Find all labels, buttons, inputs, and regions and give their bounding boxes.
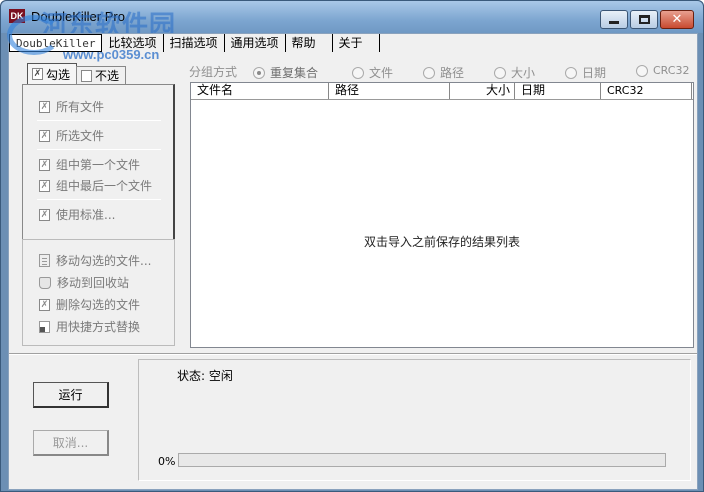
recycle-bin-icon	[39, 276, 51, 289]
radio-date[interactable]: 日期	[565, 64, 606, 81]
radio-duplicate-sets[interactable]: 重复集合	[253, 64, 318, 81]
cancel-button[interactable]: 取消...	[33, 430, 109, 456]
delete-checked-files-label: 删除勾选的文件	[56, 298, 141, 312]
app-icon: DK	[9, 9, 25, 23]
select-selected-files-label: 所选文件	[56, 129, 105, 143]
menu-help[interactable]: 帮助	[286, 34, 333, 52]
radio-off-icon	[636, 64, 648, 77]
select-use-criteria[interactable]: ✗ 使用标准...	[39, 206, 115, 223]
title-bar[interactable]: DK DoubleKiller Pro 河东软件园 ✕	[1, 1, 703, 41]
move-files-icon	[39, 254, 50, 267]
check-icon: ✗	[39, 179, 50, 192]
select-all-files-label: 所有文件	[56, 100, 105, 114]
radio-on-icon	[253, 66, 265, 79]
radio-date-label: 日期	[582, 66, 607, 80]
radio-size[interactable]: 大小	[494, 64, 535, 81]
column-filename[interactable]: 文件名	[191, 83, 329, 99]
tab-check[interactable]: ✗ 勾选	[27, 63, 78, 84]
replace-with-shortcut[interactable]: 用快捷方式替换	[39, 318, 140, 335]
replace-with-shortcut-label: 用快捷方式替换	[56, 320, 141, 334]
check-icon: ✗	[39, 208, 50, 221]
uncheck-icon	[81, 69, 93, 82]
tab-uncheck-label: 不选	[95, 69, 120, 83]
radio-off-icon	[494, 66, 506, 79]
select-first-in-group-label: 组中第一个文件	[56, 158, 141, 172]
progress-label: 0%	[158, 455, 176, 468]
column-size[interactable]: 大小	[450, 83, 515, 99]
radio-crc32[interactable]: CRC32	[636, 64, 689, 77]
check-icon: ✗	[32, 68, 43, 80]
move-checked-files[interactable]: 移动勾选的文件...	[39, 252, 151, 269]
close-icon: ✕	[671, 12, 683, 27]
separator	[37, 120, 161, 121]
radio-size-label: 大小	[511, 66, 536, 80]
maximize-icon	[638, 15, 650, 24]
run-button[interactable]: 运行	[33, 382, 109, 408]
radio-path[interactable]: 路径	[423, 64, 464, 81]
radio-path-label: 路径	[440, 66, 465, 80]
status-text: 状态: 空闲	[177, 369, 233, 383]
separator	[37, 149, 161, 150]
menu-doublekiller[interactable]: DoubleKiller	[9, 34, 103, 52]
select-use-criteria-label: 使用标准...	[56, 208, 116, 222]
divider	[9, 353, 697, 355]
menu-compare-options[interactable]: 比较选项	[102, 34, 164, 52]
minimize-button[interactable]	[600, 10, 628, 29]
select-last-in-group-label: 组中最后一个文件	[56, 179, 153, 193]
radio-file-label: 文件	[369, 66, 394, 80]
client-area: DoubleKiller 比较选项 扫描选项 通用选项 帮助 关于 ✗ 勾选 不…	[8, 33, 698, 490]
radio-crc32-label: CRC32	[653, 64, 690, 77]
column-crc32[interactable]: CRC32	[601, 83, 692, 99]
check-icon: ✗	[39, 100, 50, 113]
window-title: DoubleKiller Pro	[31, 9, 125, 24]
maximize-button[interactable]	[630, 10, 658, 29]
select-first-in-group[interactable]: ✗ 组中第一个文件	[39, 156, 140, 173]
move-checked-files-label: 移动勾选的文件...	[56, 254, 152, 268]
check-icon: ✗	[39, 158, 50, 171]
menu-scan-options[interactable]: 扫描选项	[164, 34, 225, 52]
column-date[interactable]: 日期	[515, 83, 601, 99]
delete-checked-files[interactable]: ✗ 删除勾选的文件	[39, 296, 140, 313]
grouping-label: 分组方式	[189, 64, 238, 79]
delete-icon: ✗	[39, 298, 50, 311]
move-to-recycle-bin-label: 移动到回收站	[57, 276, 130, 290]
tab-check-label: 勾选	[46, 67, 71, 82]
status-box: 状态: 空闲 0%	[138, 359, 691, 481]
radio-off-icon	[352, 66, 364, 79]
check-icon: ✗	[39, 129, 50, 142]
minimize-icon	[609, 21, 619, 24]
separator	[37, 199, 161, 200]
radio-duplicate-sets-label: 重复集合	[270, 66, 319, 80]
app-window: DK DoubleKiller Pro 河东软件园 ✕ www.pc0359.c…	[0, 0, 704, 492]
select-tabs: ✗ 勾选 不选	[27, 63, 127, 84]
select-selected-files[interactable]: ✗ 所选文件	[39, 127, 104, 144]
progress-bar	[178, 453, 666, 467]
tab-uncheck[interactable]: 不选	[76, 66, 127, 84]
radio-off-icon	[423, 66, 435, 79]
move-to-recycle-bin[interactable]: 移动到回收站	[39, 274, 129, 291]
select-last-in-group[interactable]: ✗ 组中最后一个文件	[39, 177, 152, 194]
action-panel: 移动勾选的文件... 移动到回收站 ✗ 删除勾选的文件 用快捷方式替换	[22, 239, 175, 346]
column-path[interactable]: 路径	[329, 83, 450, 99]
list-header: 文件名 路径 大小 日期 CRC32	[191, 83, 693, 100]
menu-general-options[interactable]: 通用选项	[225, 34, 286, 52]
result-list[interactable]: 文件名 路径 大小 日期 CRC32 双击导入之前保存的结果列表	[190, 82, 694, 348]
radio-file[interactable]: 文件	[352, 64, 393, 81]
close-button[interactable]: ✕	[660, 10, 694, 29]
menu-bar: DoubleKiller 比较选项 扫描选项 通用选项 帮助 关于	[9, 34, 697, 52]
shortcut-icon	[39, 320, 50, 333]
menu-about[interactable]: 关于	[333, 34, 380, 52]
select-all-files[interactable]: ✗ 所有文件	[39, 98, 104, 115]
list-empty-message: 双击导入之前保存的结果列表	[363, 235, 520, 249]
radio-off-icon	[565, 66, 577, 79]
